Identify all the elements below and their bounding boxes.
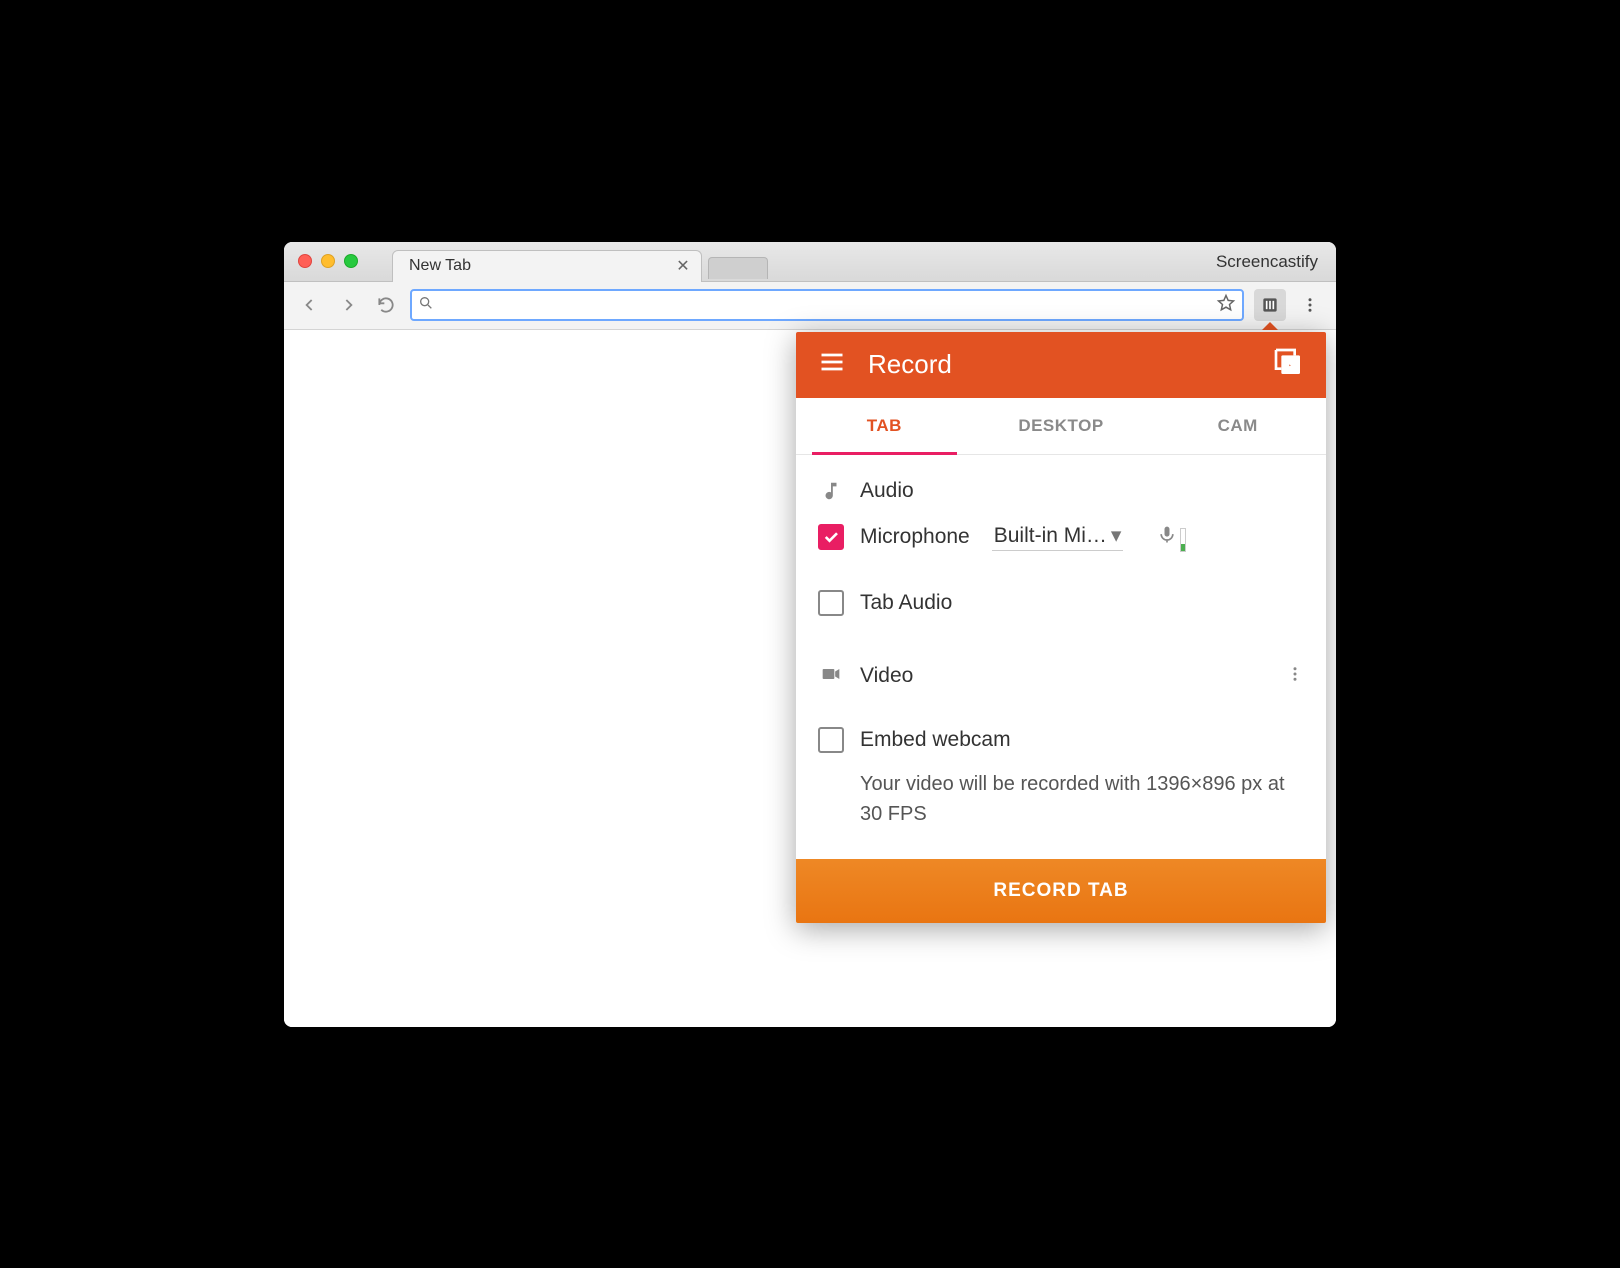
- window-controls: [298, 254, 358, 268]
- microphone-level-meter: [1157, 523, 1186, 552]
- bookmark-star-icon[interactable]: [1216, 293, 1236, 318]
- chevron-down-icon: ▾: [1111, 523, 1122, 548]
- minimize-window-button[interactable]: [321, 254, 335, 268]
- screencastify-extension-button[interactable]: [1254, 289, 1286, 321]
- tab-cam[interactable]: CAM: [1149, 398, 1326, 454]
- microphone-device-select[interactable]: Built-in Mi… ▾: [992, 523, 1124, 551]
- microphone-icon: [1157, 523, 1177, 552]
- menu-icon[interactable]: [818, 348, 846, 381]
- toolbar: [284, 282, 1336, 330]
- titlebar: New Tab ✕ Screencastify: [284, 242, 1336, 282]
- tab-label: CAM: [1218, 416, 1258, 436]
- recordings-library-icon[interactable]: [1272, 346, 1304, 383]
- tab-audio-row: Tab Audio: [796, 580, 1326, 626]
- address-input[interactable]: [440, 297, 1216, 314]
- popup-header: Record: [796, 332, 1326, 398]
- page-content: Record TAB DESKTOP CAM Audio: [284, 330, 1336, 1027]
- resolution-hint: Your video will be recorded with 1396×89…: [796, 763, 1326, 829]
- popup-title: Record: [868, 349, 1250, 380]
- level-bar: [1180, 528, 1186, 552]
- tab-label: TAB: [867, 416, 902, 436]
- microphone-row: Microphone Built-in Mi… ▾: [796, 513, 1326, 562]
- address-bar[interactable]: [410, 289, 1244, 321]
- video-options-button[interactable]: [1286, 665, 1304, 688]
- browser-menu-button[interactable]: [1296, 291, 1324, 319]
- tab-audio-checkbox[interactable]: [818, 590, 844, 616]
- embed-webcam-row: Embed webcam: [796, 717, 1326, 763]
- audio-label: Audio: [860, 479, 914, 503]
- video-camera-icon: [818, 664, 844, 689]
- music-note-icon: [818, 480, 844, 502]
- close-tab-icon[interactable]: ✕: [675, 258, 691, 274]
- search-icon: [418, 295, 434, 316]
- tab-label: DESKTOP: [1018, 416, 1103, 436]
- tab-tab[interactable]: TAB: [796, 398, 973, 454]
- microphone-checkbox[interactable]: [818, 524, 844, 550]
- back-button[interactable]: [296, 291, 324, 319]
- selected-device: Built-in Mi…: [994, 524, 1107, 548]
- window-title: Screencastify: [1216, 252, 1318, 272]
- record-button-label: RECORD TAB: [993, 880, 1128, 902]
- maximize-window-button[interactable]: [344, 254, 358, 268]
- video-label: Video: [860, 664, 913, 688]
- microphone-label: Microphone: [860, 525, 970, 549]
- tab-strip: New Tab ✕: [392, 242, 768, 281]
- screencastify-popup: Record TAB DESKTOP CAM Audio: [796, 332, 1326, 923]
- audio-section-header: Audio: [796, 469, 1326, 513]
- new-tab-button[interactable]: [708, 257, 768, 279]
- tab-audio-label: Tab Audio: [860, 591, 952, 615]
- record-tab-button[interactable]: RECORD TAB: [796, 859, 1326, 923]
- tab-title: New Tab: [409, 257, 471, 275]
- embed-webcam-checkbox[interactable]: [818, 727, 844, 753]
- browser-tab[interactable]: New Tab ✕: [392, 250, 702, 282]
- embed-webcam-label: Embed webcam: [860, 728, 1011, 752]
- popup-body: Audio Microphone Built-in Mi… ▾: [796, 455, 1326, 855]
- reload-button[interactable]: [372, 291, 400, 319]
- mode-tabs: TAB DESKTOP CAM: [796, 398, 1326, 455]
- close-window-button[interactable]: [298, 254, 312, 268]
- video-section-header: Video: [796, 654, 1326, 699]
- tab-desktop[interactable]: DESKTOP: [973, 398, 1150, 454]
- browser-window: New Tab ✕ Screencastify: [284, 242, 1336, 1027]
- forward-button[interactable]: [334, 291, 362, 319]
